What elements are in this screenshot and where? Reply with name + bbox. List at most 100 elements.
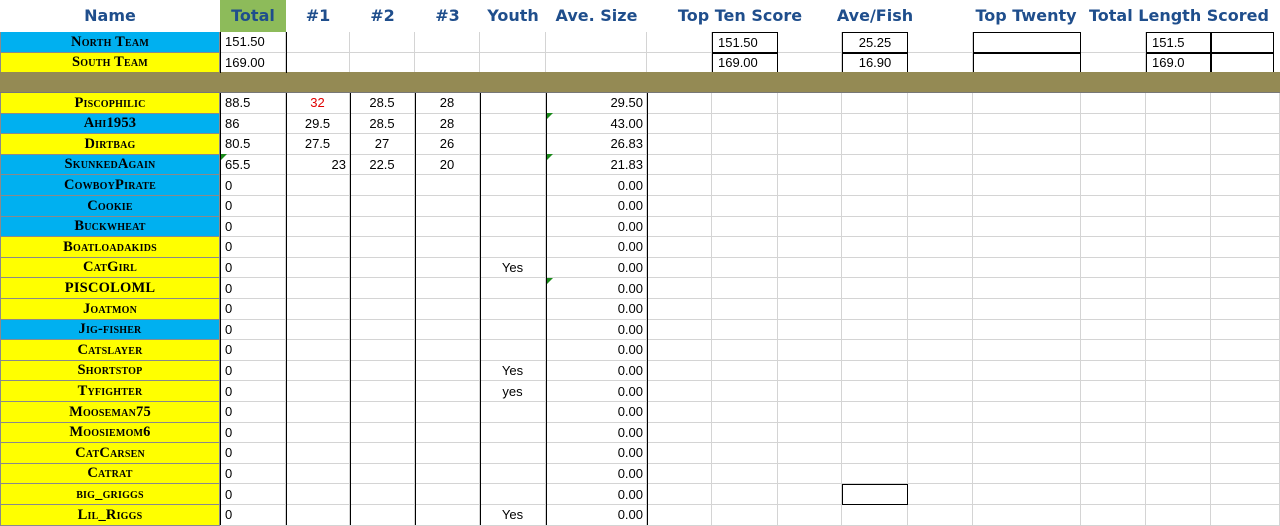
empty-cell[interactable] <box>973 319 1081 341</box>
fish1-cell[interactable] <box>286 381 350 402</box>
empty-cell[interactable] <box>973 463 1081 485</box>
fish1-cell[interactable] <box>286 175 350 196</box>
empty-cell[interactable] <box>842 216 908 238</box>
empty-cell[interactable] <box>973 237 1081 258</box>
fish2-column-header[interactable]: #2 <box>350 0 415 32</box>
empty-cell[interactable] <box>1081 196 1146 217</box>
player-name-cell[interactable]: Piscophilic <box>0 93 220 114</box>
empty-cell[interactable] <box>973 505 1081 526</box>
fish3-cell[interactable] <box>415 402 480 423</box>
player-name-cell[interactable]: Shortstop <box>0 360 220 382</box>
player-total-cell[interactable]: 0 <box>220 237 286 258</box>
empty-cell[interactable] <box>1081 340 1146 361</box>
empty-cell[interactable] <box>1211 443 1280 464</box>
empty-cell[interactable] <box>1146 402 1211 423</box>
youth-cell[interactable]: yes <box>480 381 546 402</box>
empty-cell[interactable] <box>712 134 778 155</box>
player-name-cell[interactable]: Catslayer <box>0 340 220 361</box>
empty-cell[interactable] <box>908 319 973 341</box>
team-ave-fish-cell[interactable]: 25.25 <box>842 32 908 53</box>
empty-cell[interactable] <box>1211 93 1280 114</box>
player-total-cell[interactable]: 0 <box>220 257 286 279</box>
empty-cell[interactable] <box>647 505 712 526</box>
empty-cell[interactable] <box>778 505 842 526</box>
empty-cell[interactable] <box>1081 381 1146 402</box>
empty-cell[interactable] <box>1081 257 1146 279</box>
fish2-cell[interactable]: 28.5 <box>350 93 415 114</box>
empty-cell[interactable] <box>1211 113 1280 135</box>
player-name-cell[interactable]: Joatmon <box>0 299 220 320</box>
youth-cell[interactable] <box>480 175 546 196</box>
fish2-cell[interactable]: 28.5 <box>350 113 415 135</box>
youth-cell[interactable] <box>480 443 546 464</box>
fish3-cell[interactable] <box>415 299 480 320</box>
empty-cell[interactable] <box>778 340 842 361</box>
empty-cell[interactable] <box>712 443 778 464</box>
empty-cell[interactable] <box>973 216 1081 238</box>
player-total-cell[interactable]: 0 <box>220 278 286 299</box>
empty-cell[interactable] <box>842 340 908 361</box>
empty-cell[interactable] <box>647 484 712 505</box>
empty-cell[interactable] <box>842 93 908 114</box>
empty-cell[interactable] <box>712 196 778 217</box>
fish3-cell[interactable] <box>415 319 480 341</box>
empty-cell[interactable] <box>778 113 842 135</box>
youth-column-header[interactable]: Youth <box>480 0 546 32</box>
fish1-cell[interactable] <box>286 257 350 279</box>
empty-cell[interactable] <box>712 381 778 402</box>
fish3-cell[interactable] <box>415 443 480 464</box>
ave-size-cell[interactable]: 0.00 <box>546 422 647 444</box>
empty-cell[interactable] <box>908 422 973 444</box>
team-top-twenty-cell[interactable] <box>973 52 1081 73</box>
empty-cell[interactable] <box>908 402 973 423</box>
player-name-cell[interactable]: PISCOLOML <box>0 278 220 299</box>
ave-size-cell[interactable]: 0.00 <box>546 237 647 258</box>
empty-cell[interactable] <box>1211 299 1280 320</box>
empty-cell[interactable] <box>908 505 973 526</box>
fish3-cell[interactable] <box>415 484 480 505</box>
player-name-cell[interactable]: SkunkedAgain <box>0 154 220 176</box>
empty-cell[interactable] <box>1081 360 1146 382</box>
empty-cell[interactable] <box>1081 175 1146 196</box>
ave-size-cell[interactable]: 0.00 <box>546 319 647 341</box>
player-name-cell[interactable]: Ahi1953 <box>0 113 220 135</box>
empty-cell[interactable] <box>712 93 778 114</box>
empty-cell[interactable] <box>908 360 973 382</box>
ave-size-cell[interactable]: 0.00 <box>546 340 647 361</box>
empty-cell[interactable] <box>712 463 778 485</box>
empty-cell[interactable] <box>1081 52 1146 73</box>
empty-cell[interactable] <box>973 278 1081 299</box>
ave-size-cell[interactable]: 0.00 <box>546 299 647 320</box>
fish1-cell[interactable] <box>286 216 350 238</box>
empty-cell[interactable] <box>415 32 480 53</box>
empty-cell[interactable] <box>1211 340 1280 361</box>
empty-cell[interactable] <box>973 360 1081 382</box>
empty-cell[interactable] <box>712 237 778 258</box>
empty-cell[interactable] <box>647 381 712 402</box>
empty-cell[interactable] <box>778 93 842 114</box>
youth-cell[interactable] <box>480 484 546 505</box>
player-total-cell[interactable]: 0 <box>220 381 286 402</box>
youth-cell[interactable] <box>480 134 546 155</box>
player-total-cell[interactable]: 0 <box>220 422 286 444</box>
empty-cell[interactable] <box>647 175 712 196</box>
empty-cell[interactable] <box>1146 299 1211 320</box>
empty-cell[interactable] <box>647 237 712 258</box>
empty-cell[interactable] <box>842 319 908 341</box>
empty-cell[interactable] <box>842 402 908 423</box>
fish1-cell[interactable]: 32 <box>286 93 350 114</box>
empty-cell[interactable] <box>1146 443 1211 464</box>
team-name-cell[interactable]: North Team <box>0 32 220 53</box>
empty-cell[interactable] <box>1146 463 1211 485</box>
empty-cell[interactable] <box>778 278 842 299</box>
empty-cell[interactable] <box>1081 93 1146 114</box>
youth-cell[interactable] <box>480 216 546 238</box>
empty-cell[interactable] <box>1081 216 1146 238</box>
fish3-cell[interactable] <box>415 196 480 217</box>
empty-cell[interactable] <box>908 32 973 53</box>
youth-cell[interactable] <box>480 113 546 135</box>
empty-cell[interactable] <box>842 422 908 444</box>
fish1-cell[interactable] <box>286 484 350 505</box>
empty-cell[interactable] <box>1146 175 1211 196</box>
ave-size-cell[interactable]: 0.00 <box>546 484 647 505</box>
